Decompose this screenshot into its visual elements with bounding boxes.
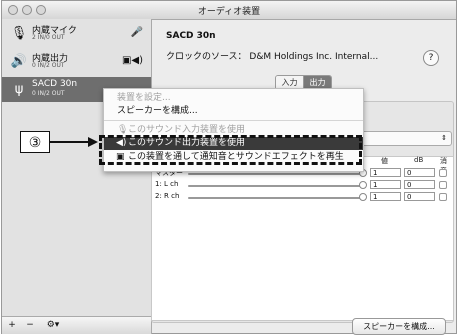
volume-slider-knob[interactable] <box>359 193 367 201</box>
db-field[interactable]: 0 <box>404 192 435 201</box>
device-detail-pane: SACD 30n クロックのソース： D&M Holdings Inc. Int… <box>151 19 456 333</box>
title-bar: オーディオ装置 <box>2 1 456 20</box>
microphone-icon: 🎙 <box>10 25 28 41</box>
help-button[interactable]: ? <box>423 50 439 66</box>
volume-table: 値 dB 消音 マスター 1 0 1: L ch 1 0 2: R ch <box>151 156 454 321</box>
window-title: オーディオ装置 <box>197 7 261 17</box>
value-field[interactable]: 1 <box>370 180 401 189</box>
device-channels: 0 IN/2 OUT <box>32 90 65 97</box>
device-name: SACD 30n <box>32 79 78 89</box>
remove-device-button[interactable]: − <box>24 319 36 331</box>
channel-label: 1: L ch <box>155 180 179 188</box>
channel-label: 2: R ch <box>155 192 180 200</box>
db-field[interactable]: 0 <box>404 180 435 189</box>
device-list-toolbar: + − ⚙▾ <box>2 316 152 334</box>
menu-item-configure-device[interactable]: 装置を設定... <box>104 92 363 105</box>
value-field[interactable]: 1 <box>370 168 401 177</box>
speaker-output-icon: ▣◀) <box>121 55 143 66</box>
add-device-button[interactable]: + <box>6 319 18 331</box>
usb-icon: ψ <box>14 81 24 97</box>
table-row: 1: L ch 1 0 <box>152 180 453 191</box>
mute-checkbox[interactable] <box>439 193 447 201</box>
callout-arrow-head <box>88 137 98 147</box>
device-item-internal-output[interactable]: 🔊 内蔵出力 0 IN/2 OUT ▣◀) <box>2 49 151 74</box>
gear-icon[interactable]: ⚙▾ <box>42 319 64 331</box>
column-value: 値 <box>381 157 388 165</box>
clock-source: クロックのソース： D&M Holdings Inc. Internal... <box>166 52 379 62</box>
device-title: SACD 30n <box>166 31 216 41</box>
speaker-icon: 🔊 <box>10 53 28 69</box>
table-row: 2: R ch 1 0 <box>152 192 453 203</box>
volume-slider[interactable] <box>188 185 364 187</box>
volume-slider[interactable] <box>188 197 364 199</box>
device-channels: 2 IN/0 OUT <box>32 34 65 41</box>
menu-item-configure-speakers[interactable]: スピーカーを構成... <box>104 105 363 118</box>
step-callout: ③ <box>20 131 50 153</box>
highlight-dashed-frame <box>99 135 362 165</box>
value-field[interactable]: 1 <box>370 192 401 201</box>
mute-checkbox[interactable] <box>439 169 447 177</box>
db-field[interactable]: 0 <box>404 168 435 177</box>
column-db: dB <box>414 156 424 164</box>
mute-checkbox[interactable] <box>439 181 447 189</box>
configure-speakers-button[interactable]: スピーカーを構成... <box>352 318 446 335</box>
volume-slider[interactable] <box>188 173 364 175</box>
callout-arrow <box>50 141 92 143</box>
device-item-internal-mic[interactable]: 🎙 内蔵マイク 2 IN/0 OUT 🎤 <box>2 21 151 46</box>
chevron-updown-icon: ⇕ <box>441 134 447 142</box>
microphone-icon: 🎤 <box>130 27 143 38</box>
menu-separator <box>104 120 363 121</box>
volume-slider-knob[interactable] <box>359 181 367 189</box>
device-channels: 0 IN/2 OUT <box>32 62 65 69</box>
